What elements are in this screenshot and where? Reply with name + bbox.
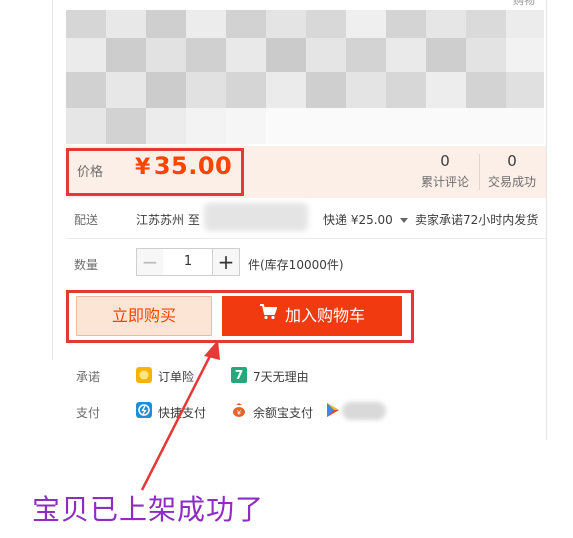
review-count: 0 (440, 152, 450, 170)
review-count-label: 累计评论 (420, 175, 469, 189)
shipping-fee: 快递 ¥25.00 (323, 213, 393, 227)
quick-pay-icon (136, 402, 152, 418)
sales-count-label: 交易成功 (487, 175, 536, 189)
divider (66, 238, 546, 239)
sales-count-stat[interactable]: 0 交易成功 (480, 152, 544, 190)
caret-down-icon (399, 218, 408, 223)
seven-day-return-icon: 7 (231, 367, 247, 383)
promise-item-insurance[interactable]: 订单险 (158, 368, 194, 385)
buttons-highlight-box (66, 290, 414, 343)
svg-text:¥: ¥ (237, 410, 241, 417)
insurance-icon (136, 367, 152, 383)
shipping-origin: 江苏苏州 至 (136, 213, 200, 227)
review-count-stat[interactable]: 0 累计评论 (413, 152, 477, 190)
stock-info: 件(库存10000件) (248, 258, 344, 272)
sales-count: 0 (507, 152, 517, 170)
panel-left-border (52, 0, 53, 360)
panel-right-border (546, 0, 547, 440)
quantity-input[interactable]: 1 (163, 248, 213, 276)
shipping-promise: 卖家承诺72小时内发货 (415, 213, 539, 227)
play-store-icon (325, 402, 341, 418)
corner-text: 购物 (513, 0, 535, 7)
product-title-blurred (66, 10, 544, 144)
yuebao-icon: ¥ (231, 402, 247, 418)
shipping-destination-blurred[interactable] (204, 203, 308, 231)
payment-item-yuebao[interactable]: 余额宝支付 (253, 404, 313, 421)
promise-item-return[interactable]: 7天无理由 (253, 368, 309, 385)
shipping-label: 配送 (74, 213, 99, 227)
price-highlight-box (66, 148, 244, 196)
payment-item-quick[interactable]: 快捷支付 (158, 404, 206, 421)
quantity-increase-button[interactable]: + (212, 248, 240, 276)
quantity-decrease-button[interactable]: − (136, 248, 164, 276)
annotation-caption: 宝贝已上架成功了 (32, 493, 265, 526)
quantity-label: 数量 (74, 258, 99, 272)
promise-label: 承诺 (76, 370, 101, 384)
product-detail-panel: 购物 价格 ¥ 35.00 0 累计评论 0 交易成功 配送 江苏苏州 至 快递… (0, 0, 573, 538)
payment-item-blurred (342, 402, 386, 420)
payment-label: 支付 (76, 406, 101, 420)
shipping-fee-select[interactable]: 快递 ¥25.00 (323, 211, 408, 228)
